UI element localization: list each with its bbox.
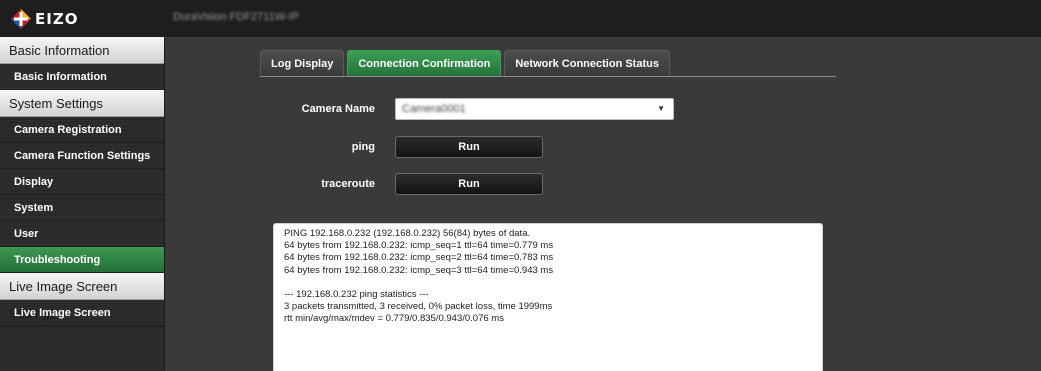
sidebar-section-system-settings[interactable]: System Settings bbox=[0, 90, 164, 117]
traceroute-row: traceroute Run bbox=[225, 173, 543, 195]
chevron-down-icon: ▼ bbox=[657, 104, 665, 113]
sidebar-item-camera-registration[interactable]: Camera Registration bbox=[0, 117, 164, 143]
camera-name-select[interactable]: Camera0001 ▼ bbox=[395, 98, 674, 120]
sidebar-item-user[interactable]: User bbox=[0, 221, 164, 247]
tab-log-display[interactable]: Log Display bbox=[260, 50, 345, 76]
app-window: EIZO DuraVision FDF2711W-IP Basic Inform… bbox=[0, 0, 1041, 371]
tab-connection-confirmation[interactable]: Connection Confirmation bbox=[347, 50, 502, 76]
sidebar-section-live-image-screen-settings[interactable]: Live Image Screen Settings bbox=[0, 273, 164, 321]
ping-label: ping bbox=[351, 141, 375, 153]
tab-bar: Log Display Connection Confirmation Netw… bbox=[260, 50, 836, 77]
sidebar-item-troubleshooting[interactable]: Troubleshooting bbox=[0, 247, 164, 273]
logo-text: EIZO bbox=[35, 10, 79, 28]
ping-run-button[interactable]: Run bbox=[395, 136, 543, 158]
output-line: rtt min/avg/max/mdev = 0.779/0.835/0.943… bbox=[284, 313, 504, 325]
tab-network-connection-status[interactable]: Network Connection Status bbox=[504, 50, 670, 76]
output-line: 64 bytes from 192.168.0.232: icmp_seq=3 … bbox=[284, 264, 554, 276]
sidebar-item-camera-function-settings[interactable]: Camera Function Settings bbox=[0, 143, 164, 169]
output-line: PING 192.168.0.232 (192.168.0.232) 56(84… bbox=[284, 228, 531, 239]
sidebar-item-display[interactable]: Display bbox=[0, 169, 164, 195]
output-line: --- 192.168.0.232 ping statistics --- bbox=[284, 289, 429, 300]
camera-name-value: Camera0001 bbox=[402, 103, 466, 115]
ping-row: ping Run bbox=[225, 136, 543, 158]
output-blank-line bbox=[284, 277, 812, 289]
eizo-logo: EIZO bbox=[10, 8, 78, 30]
camera-name-row: Camera Name Camera0001 ▼ bbox=[265, 98, 674, 120]
command-output-panel[interactable]: PING 192.168.0.232 (192.168.0.232) 56(84… bbox=[273, 223, 823, 371]
sidebar-item-live-image-screen[interactable]: Live Image Screen bbox=[0, 300, 164, 326]
eizo-logo-icon bbox=[11, 9, 31, 29]
output-line: 3 packets transmitted, 3 received, 0% pa… bbox=[284, 301, 553, 313]
product-name: DuraVision FDF2711W-IP bbox=[173, 11, 299, 23]
sidebar-section-basic-information[interactable]: Basic Information bbox=[0, 37, 164, 64]
main-content: Log Display Connection Confirmation Netw… bbox=[165, 37, 1041, 371]
output-line: 64 bytes from 192.168.0.232: icmp_seq=2 … bbox=[284, 252, 554, 264]
traceroute-run-button[interactable]: Run bbox=[395, 173, 543, 195]
camera-name-label: Camera Name bbox=[301, 103, 375, 115]
output-line: 64 bytes from 192.168.0.232: icmp_seq=1 … bbox=[284, 240, 554, 252]
top-bar: EIZO DuraVision FDF2711W-IP bbox=[0, 0, 1041, 37]
traceroute-label: traceroute bbox=[321, 178, 375, 190]
sidebar-item-system[interactable]: System bbox=[0, 195, 164, 221]
sidebar-item-basic-information[interactable]: Basic Information bbox=[0, 64, 164, 90]
sidebar: Basic Information Basic Information Syst… bbox=[0, 37, 165, 371]
